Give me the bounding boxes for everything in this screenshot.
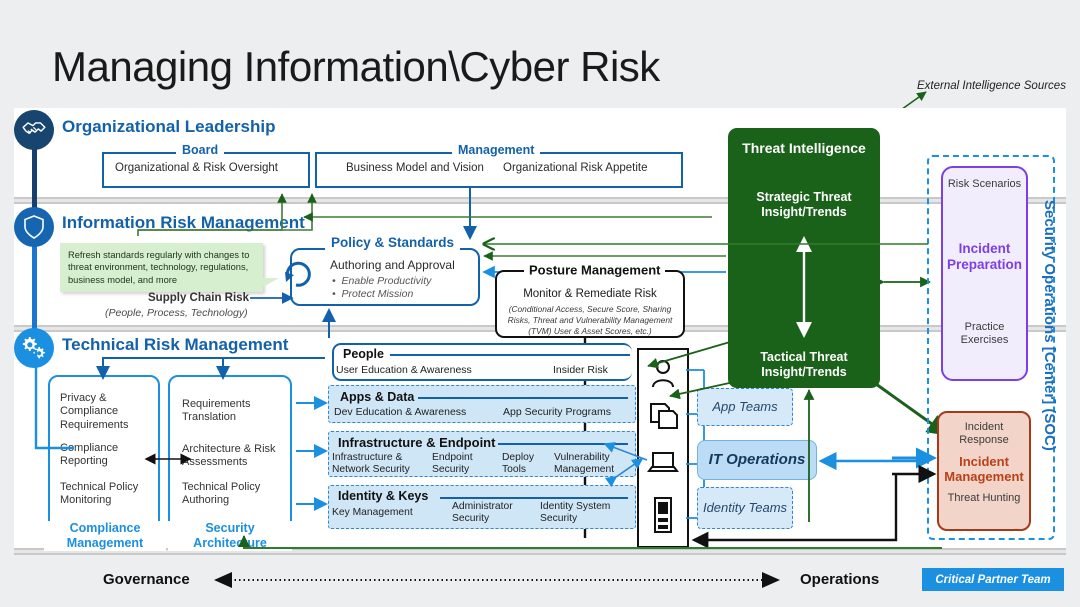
threat-hunting-label: Threat Hunting: [947, 491, 1021, 504]
posture-note: (Conditional Access, Secure Score, Shari…: [507, 304, 673, 336]
capability-item-apps-0: Dev Education & Awareness: [334, 406, 467, 418]
posture-heading: Monitor & Remediate Risk: [523, 288, 657, 300]
threat-to-people-arrow: [647, 341, 731, 369]
policy-soc-green-link: [480, 236, 928, 252]
capability-item-people-1: Insider Risk: [553, 364, 608, 376]
compliance-item-2: Technical Policy Monitoring: [60, 481, 139, 507]
bands-inbound-arrows: [296, 396, 328, 511]
technical-risk-distribution: [96, 357, 325, 380]
documents-icon: [645, 395, 681, 435]
rail-line-leadership: [32, 140, 37, 212]
capability-title-apps-data: Apps & Data: [340, 390, 415, 404]
capability-item-apps-1: App Security Programs: [503, 406, 611, 418]
shield-icon: [14, 207, 54, 247]
capability-item-people-0: User Education & Awareness: [336, 364, 472, 376]
capability-item-infra-0: Infrastructure & Network Security: [332, 452, 410, 475]
policy-bullet-0: • Enable Productivity: [332, 275, 432, 287]
operations-label: Operations: [800, 571, 880, 588]
infra-strip-link: [604, 458, 644, 488]
team-label-app-teams: App Teams: [712, 398, 778, 414]
critical-partner-team-badge[interactable]: Critical Partner Team: [922, 568, 1064, 591]
capability-title-infrastructure: Infrastructure & Endpoint: [338, 435, 496, 450]
compliance-architecture-link: [144, 453, 192, 465]
policy-bullet-1: • Protect Mission: [332, 288, 414, 300]
policy-upflow-arrow: [322, 308, 336, 338]
architecture-item-1: Architecture & Risk Assessments: [182, 443, 276, 469]
capability-title-identity: Identity & Keys: [338, 489, 429, 503]
incident-preparation-label: Incident Preparation: [946, 240, 1023, 272]
callout-tail: [263, 278, 279, 287]
capability-rule-people: [390, 354, 630, 356]
capability-item-identity-2: Identity System Security: [540, 501, 611, 524]
threat-intelligence-title: Threat Intelligence: [742, 140, 866, 156]
compliance-management-label: Compliance Management: [44, 521, 166, 551]
soc-to-architecture-return: [238, 535, 942, 549]
soc-label: Security Operations [Center] (SOC): [1041, 200, 1058, 451]
management-label: Management: [452, 143, 541, 157]
section-title-leadership: Organizational Leadership: [62, 117, 276, 136]
supply-chain-risk-label: Supply Chain Risk: [148, 292, 249, 304]
management-item-0: Business Model and Vision: [346, 162, 484, 174]
capability-item-infra-1: Endpoint Security: [432, 452, 473, 475]
page-title: Managing Information\Cyber Risk: [52, 43, 660, 90]
architecture-item-2: Technical Policy Authoring: [182, 481, 261, 507]
capability-item-identity-0: Key Management: [332, 507, 413, 518]
architecture-item-0: Requirements Translation: [182, 398, 251, 424]
policy-heading: Authoring and Approval: [330, 258, 455, 272]
practice-exercises-label: Practice Exercises: [960, 320, 1009, 346]
risk-scenarios-label: Risk Scenarios: [947, 178, 1022, 190]
board-label: Board: [176, 143, 225, 157]
capability-title-people: People: [343, 347, 384, 361]
threat-tactical-label: Tactical Threat Insight/Trends: [760, 350, 848, 379]
refresh-standards-callout: Refresh standards regularly with changes…: [60, 243, 263, 292]
capability-rule-identity: [440, 497, 628, 499]
threat-to-apps-arrow: [669, 381, 735, 400]
governance-label: Governance: [103, 571, 190, 588]
policy-standards-label: Policy & Standards: [325, 235, 461, 250]
incident-preparation-box: Risk Scenarios Incident Preparation Prac…: [941, 166, 1028, 381]
incident-response-label: Incident Response: [959, 421, 1009, 446]
governance-operations-spectrum: [214, 572, 780, 588]
incident-management-label: Incident Management: [944, 453, 1024, 485]
posture-management-label: Posture Management: [524, 262, 666, 278]
diagram-canvas: Managing Information\Cyber Risk External…: [0, 0, 1080, 607]
capability-item-identity-1: Administrator Security: [452, 501, 513, 524]
incident-management-box: Incident Response Incident Management Th…: [937, 411, 1031, 531]
threat-intelligence-box: Threat Intelligence Strategic Threat Ins…: [728, 128, 880, 388]
capability-rule-apps-data: [418, 397, 628, 399]
board-item: Organizational & Risk Oversight: [115, 162, 278, 174]
supply-chain-risk-sublabel: (People, Process, Technology): [105, 307, 248, 319]
threat-strategic-label: Strategic Threat Insight/Trends: [756, 190, 852, 219]
handshake-icon: [14, 110, 54, 150]
gears-to-compliance-line: [34, 350, 74, 450]
management-item-1: Organizational Risk Appetite: [503, 162, 648, 174]
green-into-info-risk-arrow: [303, 212, 712, 222]
capability-item-infra-2: Deploy Tools: [502, 452, 535, 475]
